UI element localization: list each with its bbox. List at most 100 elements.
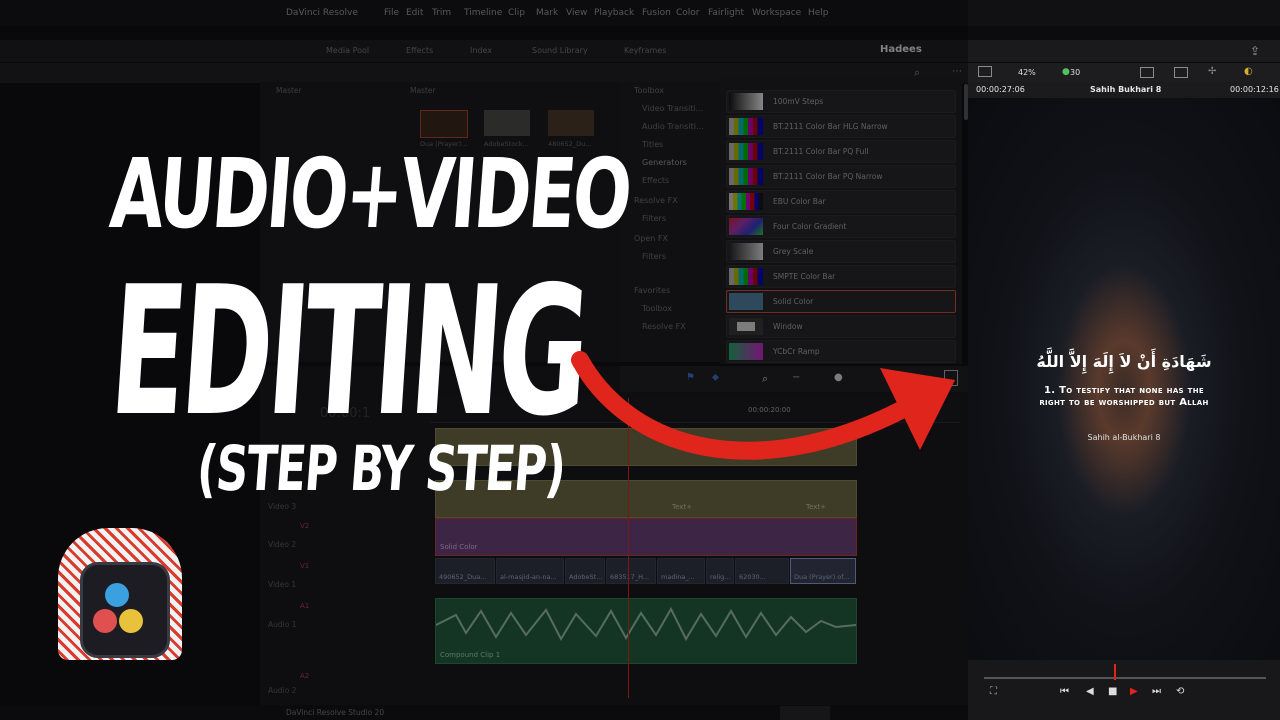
effects-tree-item[interactable]: Filters bbox=[642, 252, 666, 261]
effects-tree-item[interactable]: Favorites bbox=[634, 286, 670, 295]
menu-app[interactable]: DaVinci Resolve bbox=[286, 8, 358, 18]
share-icon[interactable]: ⇪ bbox=[1250, 44, 1260, 58]
menu-color[interactable]: Color bbox=[676, 8, 700, 18]
generator-item[interactable]: BT.2111 Color Bar PQ Narrow bbox=[726, 165, 956, 188]
clip-label: 683517_H... bbox=[610, 573, 650, 581]
video-clip[interactable]: 683517_H... bbox=[606, 558, 656, 584]
track-name: Audio 1 bbox=[268, 620, 297, 629]
generator-thumb bbox=[729, 118, 763, 135]
media-thumb-2[interactable] bbox=[484, 110, 530, 136]
clip-label: Dua (Prayer) of... bbox=[794, 573, 850, 581]
media-thumb-3[interactable] bbox=[548, 110, 594, 136]
menu-timeline[interactable]: Timeline bbox=[464, 8, 502, 18]
effects-tree-item[interactable]: Toolbox bbox=[634, 86, 664, 95]
generator-item[interactable]: BT.2111 Color Bar HLG Narrow bbox=[726, 115, 956, 138]
media-pool-button[interactable]: Media Pool bbox=[326, 46, 369, 55]
viewer-transport: ⛶ ⏮ ◀ ■ ▶ ⏭ ⟲ bbox=[968, 660, 1280, 720]
stop-icon[interactable]: ■ bbox=[1108, 686, 1117, 697]
play-icon[interactable]: ▶ bbox=[1130, 686, 1138, 697]
keyframes-button[interactable]: Keyframes bbox=[624, 46, 666, 55]
menu-mark[interactable]: Mark bbox=[536, 8, 558, 18]
effects-tree-item[interactable]: Toolbox bbox=[642, 304, 672, 313]
generator-item[interactable]: 100mV Steps bbox=[726, 90, 956, 113]
generator-item[interactable]: BT.2111 Color Bar PQ Full bbox=[726, 140, 956, 163]
go-to-end-icon[interactable]: ⏭ bbox=[1152, 686, 1161, 697]
fps-value: 30 bbox=[1070, 68, 1081, 77]
track-tag[interactable]: A2 bbox=[300, 672, 309, 680]
effects-tree-item[interactable]: Resolve FX bbox=[634, 196, 678, 205]
effects-tree-item[interactable]: Effects bbox=[642, 176, 669, 185]
play-reverse-icon[interactable]: ◀ bbox=[1086, 686, 1094, 697]
menu-workspace[interactable]: Workspace bbox=[752, 8, 801, 18]
generator-item[interactable]: SMPTE Color Bar bbox=[726, 265, 956, 288]
effects-button[interactable]: Effects bbox=[406, 46, 433, 55]
menu-trim[interactable]: Trim bbox=[432, 8, 451, 18]
scrubber-track[interactable] bbox=[984, 677, 1266, 679]
viewer-mode-icon[interactable] bbox=[1140, 67, 1154, 78]
menu-view[interactable]: View bbox=[566, 8, 587, 18]
audio-waveform bbox=[436, 606, 856, 642]
overlay-icon[interactable]: ✢ bbox=[1208, 66, 1216, 77]
menu-file[interactable]: File bbox=[384, 8, 399, 18]
viewer-source-text: Sahih al-Bukhari 8 bbox=[1087, 433, 1161, 442]
generator-label: BT.2111 Color Bar PQ Full bbox=[773, 147, 869, 156]
transform-icon[interactable] bbox=[1174, 67, 1188, 78]
video-clip[interactable]: 490652_Dua... bbox=[435, 558, 495, 584]
folder-label-right[interactable]: Master bbox=[410, 86, 436, 95]
track-tag[interactable]: A1 bbox=[300, 602, 309, 610]
media-thumb-1[interactable] bbox=[420, 110, 468, 138]
solid-color-clip[interactable]: Solid Color bbox=[435, 518, 857, 556]
video-clip[interactable]: madina_... bbox=[657, 558, 705, 584]
generator-item[interactable]: Four Color Gradient bbox=[726, 215, 956, 238]
zoom-level[interactable]: 42% bbox=[1018, 68, 1036, 77]
video-clip[interactable]: 62030... bbox=[735, 558, 789, 584]
generator-thumb bbox=[729, 318, 763, 335]
generator-label: 100mV Steps bbox=[773, 97, 824, 106]
color-picker-icon[interactable]: ◐ bbox=[1244, 66, 1253, 77]
index-button[interactable]: Index bbox=[470, 46, 492, 55]
viewer-toolbar: ⌕ ⋯ 42% ● 30 ✢ ◐ bbox=[0, 62, 1280, 83]
go-to-start-icon[interactable]: ⏮ bbox=[1060, 686, 1069, 697]
generator-item[interactable]: Window bbox=[726, 315, 956, 338]
viewer-clip-name[interactable]: Sahih Bukhari 8 bbox=[1090, 85, 1161, 94]
menu-fairlight[interactable]: Fairlight bbox=[708, 8, 744, 18]
effects-tree-item[interactable]: Titles bbox=[642, 140, 663, 149]
clip-label: AdobeSt... bbox=[569, 573, 603, 581]
effects-tree-item[interactable]: Filters bbox=[642, 214, 666, 223]
menu-clip[interactable]: Clip bbox=[508, 8, 525, 18]
logo-red-petal bbox=[93, 609, 117, 633]
video-clip[interactable]: AdobeSt... bbox=[565, 558, 605, 584]
loop-icon[interactable]: ⟲ bbox=[1176, 686, 1184, 697]
more-options-icon[interactable]: ⋯ bbox=[952, 66, 962, 77]
page-tab-edit[interactable] bbox=[780, 706, 830, 720]
generator-thumb bbox=[729, 93, 763, 110]
generator-item[interactable]: EBU Color Bar bbox=[726, 190, 956, 213]
effects-tree-item[interactable]: Resolve FX bbox=[642, 322, 686, 331]
generator-thumb bbox=[729, 143, 763, 160]
viewer-layout-icon[interactable] bbox=[978, 66, 992, 77]
effects-tree-item-generators[interactable]: Generators bbox=[642, 158, 687, 167]
generator-item-selected[interactable]: Solid Color bbox=[726, 290, 956, 313]
clip-label: Solid Color bbox=[440, 543, 478, 551]
menu-bar: DaVinci Resolve File Edit Trim Timeline … bbox=[0, 0, 1280, 26]
effects-tree-item[interactable]: Audio Transiti... bbox=[642, 122, 704, 131]
scrubber-playhead[interactable] bbox=[1114, 664, 1116, 680]
video-clip[interactable]: al-masjid-an-na... bbox=[496, 558, 564, 584]
menu-fusion[interactable]: Fusion bbox=[642, 8, 671, 18]
generator-item[interactable]: Grey Scale bbox=[726, 240, 956, 263]
track-tag[interactable]: V1 bbox=[300, 562, 309, 570]
sound-library-button[interactable]: Sound Library bbox=[532, 46, 588, 55]
folder-label[interactable]: Master bbox=[276, 86, 302, 95]
video-clip[interactable]: relig... bbox=[706, 558, 734, 584]
menu-playback[interactable]: Playback bbox=[594, 8, 634, 18]
effects-tree-item[interactable]: Video Transiti... bbox=[642, 104, 703, 113]
video-clip[interactable]: Dua (Prayer) of... bbox=[790, 558, 856, 584]
menu-help[interactable]: Help bbox=[808, 8, 829, 18]
menu-edit[interactable]: Edit bbox=[406, 8, 423, 18]
audio-clip[interactable]: Compound Clip 1 bbox=[435, 598, 857, 664]
crop-icon[interactable]: ⛶ bbox=[990, 686, 997, 697]
clip-label: Text+ bbox=[806, 503, 827, 511]
viewer-canvas[interactable] bbox=[968, 98, 1280, 660]
effects-tree-item[interactable]: Open FX bbox=[634, 234, 668, 243]
track-tag[interactable]: V2 bbox=[300, 522, 309, 530]
